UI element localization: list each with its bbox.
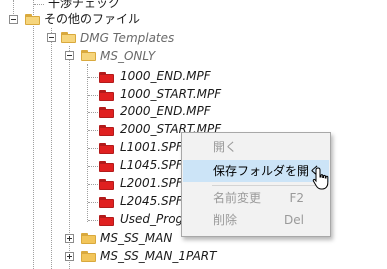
tree-connector: [88, 95, 98, 96]
red-folder-icon: [99, 179, 114, 190]
red-folder-icon: [99, 125, 114, 136]
menu-item-label: 保存フォルダを開く: [213, 164, 322, 178]
expand-icon[interactable]: [65, 234, 74, 243]
tree-connector: [87, 64, 88, 222]
tree-item-label: その他のファイル: [44, 12, 141, 26]
tree-connector: [88, 202, 98, 203]
tree-connector: [33, 0, 34, 269]
tree-item-label: MS_SS_MAN: [100, 231, 173, 245]
tree-connector: [88, 77, 98, 78]
tree-item-label: L1045.SPF: [120, 158, 183, 172]
menu-item-shortcut: Del: [284, 213, 304, 227]
red-folder-icon: [99, 90, 114, 101]
tree-connector: [88, 112, 98, 113]
tree-item-label: L2001.SPF: [120, 176, 183, 190]
red-folder-icon: [99, 215, 114, 226]
tree-item-label: 2000_END.MPF: [120, 104, 211, 118]
hand-cursor-icon: [312, 167, 329, 190]
menu-item-label: 名前変更: [213, 191, 262, 205]
tree-item-label: L2045.SPF: [120, 194, 183, 208]
red-folder-icon: [99, 107, 114, 118]
tree-connector: [51, 28, 52, 269]
tree-item-label: 干渉チェック: [48, 0, 121, 10]
menu-item-label: 削除: [213, 213, 238, 227]
menu-separator: [212, 185, 328, 186]
red-folder-icon: [99, 72, 114, 83]
tree-connector: [88, 220, 98, 221]
folder-icon: [81, 251, 96, 262]
tree-item-label: MS_SS_MAN_1PART: [100, 249, 217, 263]
red-folder-icon: [99, 161, 114, 172]
collapse-icon[interactable]: [9, 15, 18, 24]
menu-item-open[interactable]: 開く: [183, 136, 329, 158]
red-folder-icon: [99, 197, 114, 208]
tree-connector: [88, 184, 98, 185]
menu-item-label: 開く: [213, 140, 238, 154]
folder-open-icon: [81, 50, 96, 61]
tree-item-label: L1001.SPF: [120, 140, 183, 154]
context-menu: 開く 保存フォルダを開く 名前変更 F2 削除 Del: [181, 132, 331, 237]
tree-item-label: 1000_END.MPF: [120, 69, 211, 83]
menu-item-rename[interactable]: 名前変更 F2: [183, 187, 329, 209]
tree-item-label: MS_ONLY: [100, 49, 156, 63]
tree-item-label: Used_Progr: [120, 212, 189, 226]
tree-connector: [34, 4, 44, 5]
collapse-icon[interactable]: [65, 51, 74, 60]
tree-connector: [88, 130, 98, 131]
tree-item-label: 1000_START.MPF: [120, 87, 222, 101]
folder-icon: [81, 233, 96, 244]
menu-item-open-save-folder[interactable]: 保存フォルダを開く: [183, 160, 329, 182]
folder-open-icon: [25, 14, 40, 25]
menu-item-shortcut: F2: [289, 191, 304, 205]
tree-connector: [88, 166, 98, 167]
folder-open-icon: [61, 32, 76, 43]
red-folder-icon: [99, 143, 114, 154]
expand-icon[interactable]: [65, 252, 74, 261]
menu-item-delete[interactable]: 削除 Del: [183, 209, 329, 231]
collapse-icon[interactable]: [47, 33, 56, 42]
tree-connector: [88, 148, 98, 149]
tree-item-label: DMG Templates: [80, 31, 175, 45]
